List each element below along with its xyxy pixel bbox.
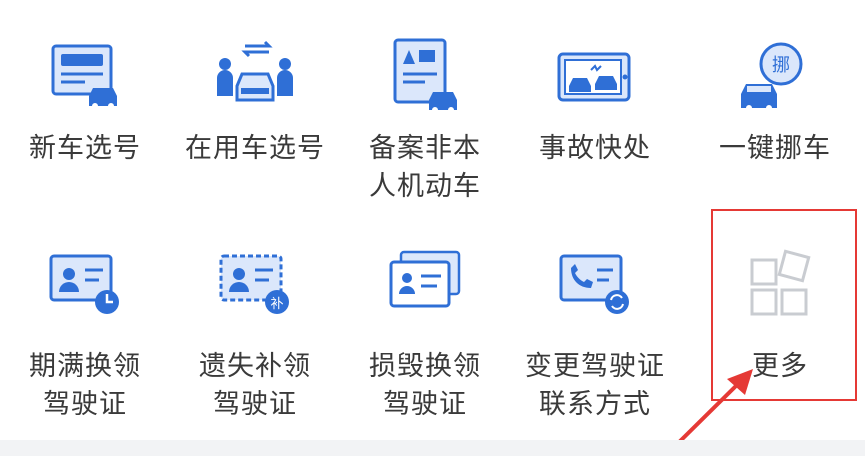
tile-license-expiry[interactable]: 期满换领 驾驶证 xyxy=(0,222,170,422)
license-expiry-icon xyxy=(45,244,125,324)
tile-label: 遗失补领 驾驶证 xyxy=(199,351,311,420)
tile-label: 在用车选号 xyxy=(185,133,325,164)
tile-car-swap[interactable]: 在用车选号 xyxy=(170,0,340,200)
tile-label: 事故快处 xyxy=(539,133,651,164)
tile-new-car-plate[interactable]: 新车选号 xyxy=(0,0,170,200)
tile-filing[interactable]: 备案非本 人机动车 xyxy=(340,0,510,202)
tile-label: 损毁换领 驾驶证 xyxy=(369,351,481,420)
tile-move-car[interactable]: 挪 一键挪车 xyxy=(690,0,860,200)
svg-text:补: 补 xyxy=(270,297,283,312)
footer-band xyxy=(0,440,865,456)
new-car-plate-icon xyxy=(45,36,125,116)
license-lost-icon: 补 xyxy=(215,244,295,324)
move-car-icon: 挪 xyxy=(735,36,815,116)
tile-label: 新车选号 xyxy=(29,133,141,164)
license-damaged-icon xyxy=(385,244,465,324)
tile-label: 期满换领 驾驶证 xyxy=(29,351,141,420)
filing-document-icon xyxy=(385,36,465,116)
tile-license-damaged[interactable]: 损毁换领 驾驶证 xyxy=(340,222,510,422)
tile-label: 一键挪车 xyxy=(719,133,831,164)
tile-label: 备案非本 人机动车 xyxy=(369,133,481,202)
license-contact-icon xyxy=(555,244,635,324)
tile-accident[interactable]: 事故快处 xyxy=(510,0,680,200)
car-swap-icon xyxy=(215,36,295,116)
accident-icon xyxy=(555,36,635,116)
tile-license-lost[interactable]: 补 遗失补领 驾驶证 xyxy=(170,222,340,422)
svg-text:挪: 挪 xyxy=(772,55,790,76)
